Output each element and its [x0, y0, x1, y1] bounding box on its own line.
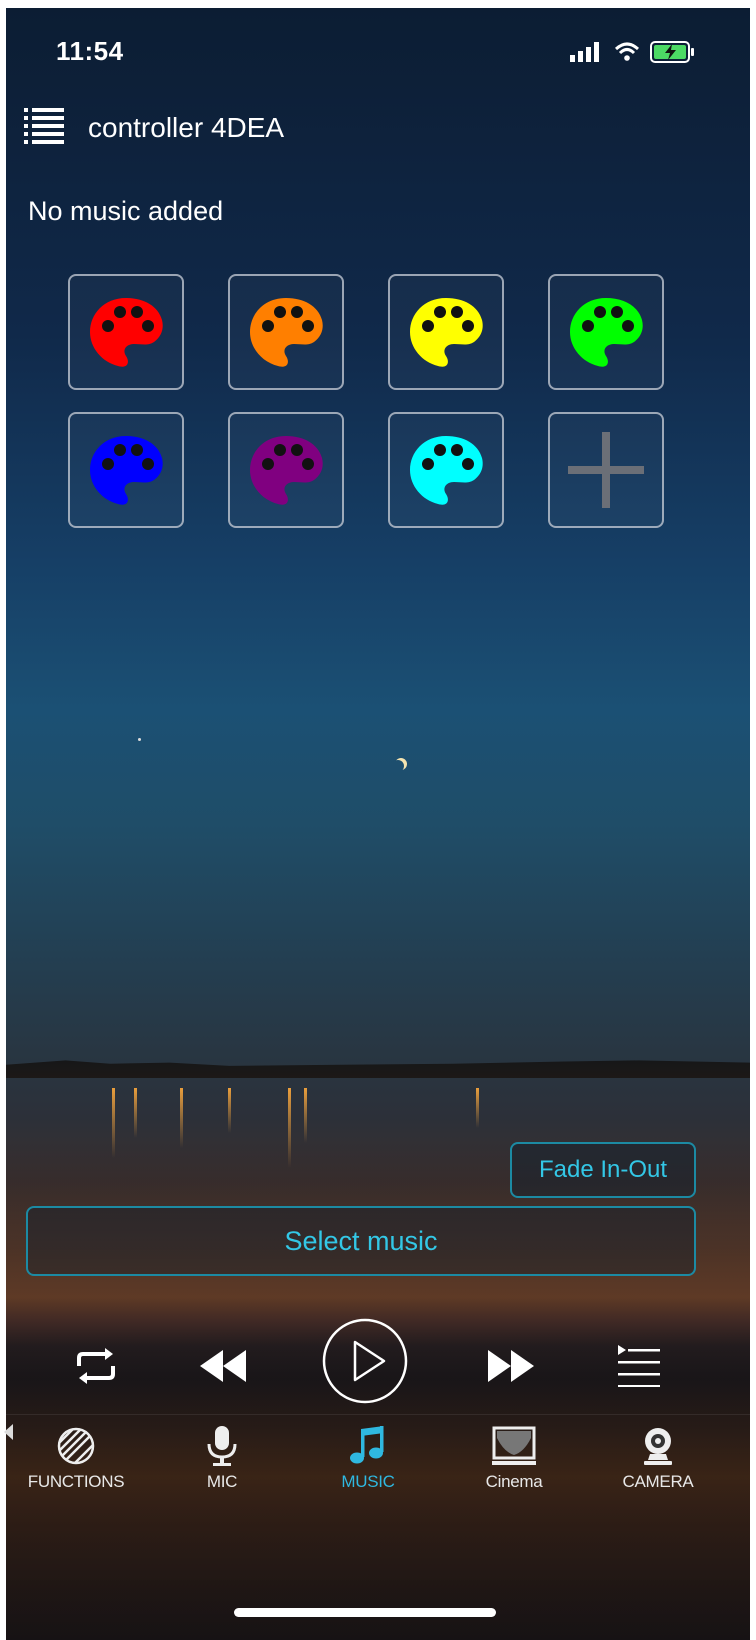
status-time: 11:54 [56, 36, 124, 66]
plus-icon [568, 432, 644, 508]
color-swatch-button[interactable] [548, 274, 664, 390]
light-reflection [476, 1088, 479, 1128]
music-note-icon [350, 1426, 384, 1464]
camera-icon [644, 1428, 672, 1465]
background-star [138, 738, 141, 741]
light-reflection [134, 1088, 137, 1138]
tabbar-divider [0, 1414, 756, 1415]
palette-icon [90, 436, 163, 505]
select-music-button[interactable]: Select music [26, 1206, 696, 1276]
repeat-icon [77, 1348, 115, 1384]
light-reflection [304, 1088, 307, 1143]
status-icons [570, 40, 696, 64]
cellular-signal-icon [570, 42, 599, 62]
fast-forward-icon [488, 1350, 534, 1382]
wifi-icon [614, 42, 640, 61]
microphone-icon [207, 1426, 237, 1466]
tab-camera[interactable]: CAMERA [588, 1426, 728, 1492]
rewind-icon [200, 1350, 246, 1382]
light-reflection [228, 1088, 231, 1133]
list-menu-icon[interactable] [22, 104, 66, 148]
palette-icon [570, 298, 643, 367]
tab-label: MIC [206, 1472, 238, 1491]
color-swatch-button[interactable] [388, 274, 504, 390]
tab-label: FUNCTIONS [27, 1472, 125, 1491]
page-title: controller 4DEA [88, 112, 285, 143]
palette-icon [250, 436, 323, 505]
tab-label: CAMERA [622, 1472, 694, 1491]
color-swatch-button[interactable] [68, 412, 184, 528]
tab-label: Cinema [485, 1472, 543, 1491]
tab-label: MUSIC [341, 1472, 395, 1491]
rewind-button[interactable] [196, 1344, 250, 1388]
color-swatch-button[interactable] [68, 274, 184, 390]
palette-icon [90, 298, 163, 367]
tab-cinema[interactable]: Cinema [444, 1426, 584, 1492]
fade-in-out-button[interactable]: Fade In-Out [510, 1142, 696, 1198]
palette-icon [410, 436, 483, 505]
tab-functions[interactable]: FUNCTIONS [6, 1426, 146, 1492]
color-swatch-button[interactable] [228, 274, 344, 390]
background-shoreline [6, 1060, 750, 1078]
color-swatch-button[interactable] [388, 412, 504, 528]
home-indicator[interactable] [234, 1608, 496, 1617]
no-music-label: No music added [28, 196, 224, 226]
battery-charging-icon [650, 41, 694, 63]
fast-forward-button[interactable] [484, 1344, 538, 1388]
palette-icon [250, 298, 323, 367]
add-color-button[interactable] [548, 412, 664, 528]
color-swatch-button[interactable] [228, 412, 344, 528]
play-button[interactable] [322, 1318, 408, 1404]
palette-icon [410, 298, 483, 367]
functions-icon [57, 1427, 95, 1465]
play-icon [322, 1318, 408, 1404]
playlist-icon [618, 1345, 660, 1387]
background-moon [392, 760, 404, 772]
tab-music[interactable]: MUSIC [298, 1426, 438, 1492]
repeat-button[interactable] [70, 1340, 122, 1392]
playlist-button[interactable] [612, 1340, 664, 1392]
cinema-screen-icon [492, 1426, 536, 1465]
tab-mic[interactable]: MIC [152, 1426, 292, 1492]
